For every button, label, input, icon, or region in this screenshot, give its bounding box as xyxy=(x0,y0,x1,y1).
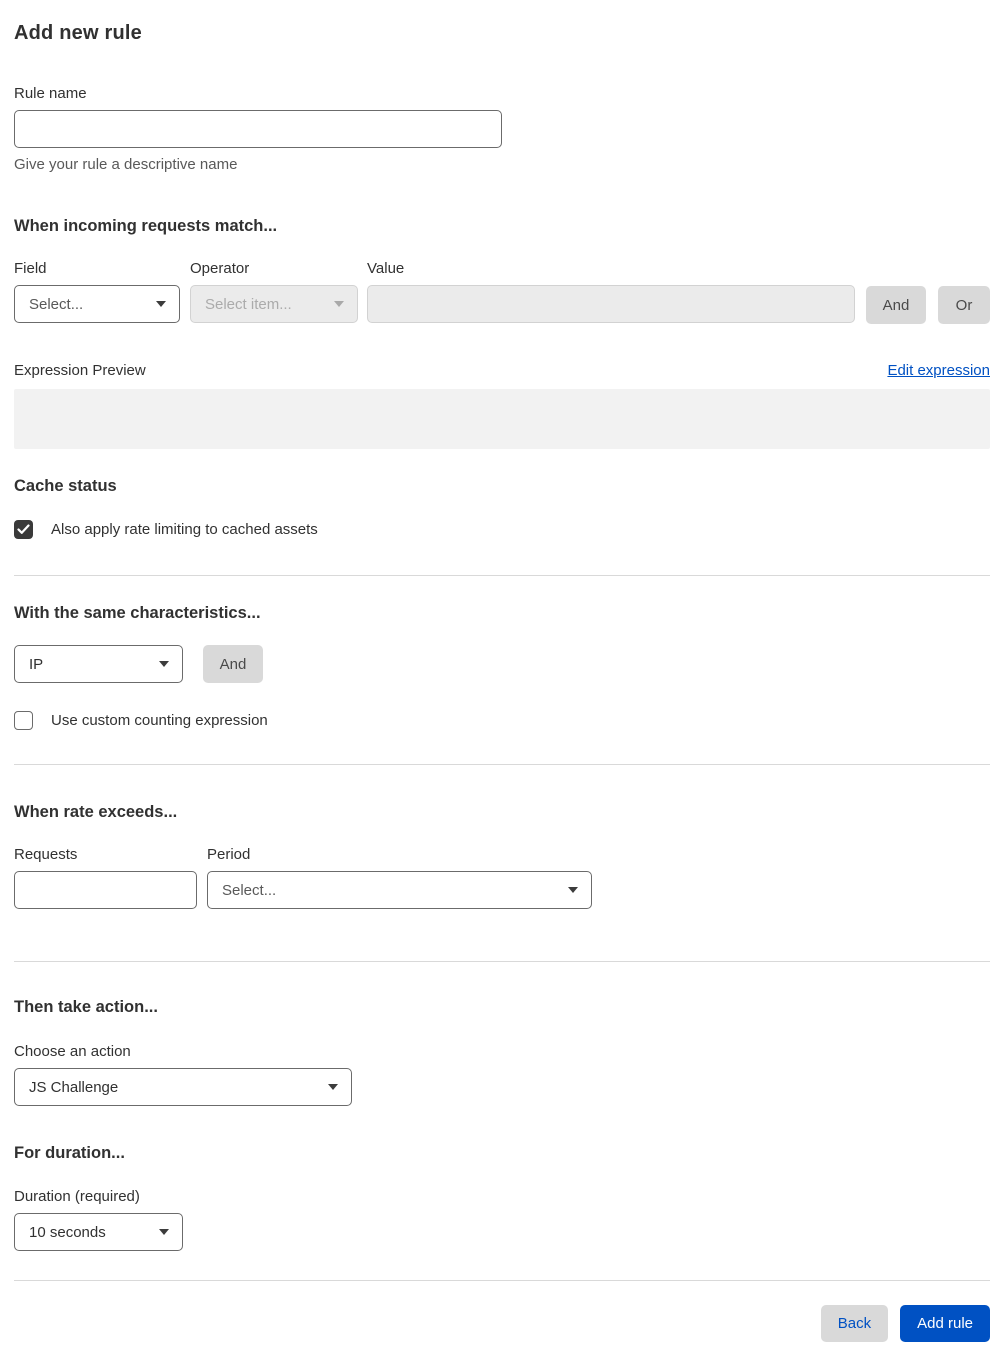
operator-label: Operator xyxy=(190,260,250,277)
divider xyxy=(14,961,990,962)
field-select-value: Select... xyxy=(29,295,84,313)
rule-name-helper: Give your rule a descriptive name xyxy=(14,156,238,173)
field-group: Field Select... xyxy=(14,260,180,323)
chevron-down-icon xyxy=(159,661,169,667)
action-group: Choose an action JS Challenge xyxy=(14,1043,990,1106)
back-button[interactable]: Back xyxy=(820,1305,889,1342)
add-rule-button[interactable]: Add rule xyxy=(900,1305,990,1342)
duration-select[interactable]: 10 seconds xyxy=(14,1213,183,1251)
match-condition-row: Field Select... Operator Select item... … xyxy=(14,260,990,324)
divider xyxy=(14,575,990,576)
custom-counting-checkbox[interactable] xyxy=(14,711,33,730)
duration-heading: For duration... xyxy=(14,1144,125,1162)
field-select[interactable]: Select... xyxy=(14,285,180,323)
characteristic-select[interactable]: IP xyxy=(14,645,183,683)
add-rule-form: Add new rule Rule name Give your rule a … xyxy=(0,0,1002,1356)
rule-name-group: Rule name Give your rule a descriptive n… xyxy=(14,85,990,173)
action-select[interactable]: JS Challenge xyxy=(14,1068,352,1106)
cache-status-heading: Cache status xyxy=(14,477,117,495)
period-label: Period xyxy=(207,846,251,863)
action-select-value: JS Challenge xyxy=(29,1078,119,1096)
duration-select-value: 10 seconds xyxy=(29,1223,106,1241)
expression-preview-box xyxy=(14,389,990,449)
cache-checkbox-row: Also apply rate limiting to cached asset… xyxy=(14,520,990,539)
cache-checkbox-label: Also apply rate limiting to cached asset… xyxy=(51,521,318,538)
period-select[interactable]: Select... xyxy=(207,871,592,909)
rule-name-label: Rule name xyxy=(14,85,87,102)
match-section-heading: When incoming requests match... xyxy=(14,217,278,235)
and-characteristic-button[interactable]: And xyxy=(203,645,263,683)
chevron-down-icon xyxy=(328,1084,338,1090)
period-group: Period Select... xyxy=(207,846,592,909)
action-label: Choose an action xyxy=(14,1043,131,1060)
or-condition-button[interactable]: Or xyxy=(938,286,990,324)
chevron-down-icon xyxy=(334,301,344,307)
rate-row: Requests Period Select... xyxy=(14,846,990,909)
duration-group: Duration (required) 10 seconds xyxy=(14,1188,990,1251)
divider xyxy=(14,764,990,765)
custom-counting-label: Use custom counting expression xyxy=(51,712,268,729)
value-group: Value xyxy=(367,260,855,323)
characteristics-heading: With the same characteristics... xyxy=(14,604,261,622)
operator-group: Operator Select item... xyxy=(190,260,358,323)
cache-checkbox[interactable] xyxy=(14,520,33,539)
expression-preview-label: Expression Preview xyxy=(14,362,146,379)
chevron-down-icon xyxy=(156,301,166,307)
duration-label: Duration (required) xyxy=(14,1188,140,1205)
divider xyxy=(14,1280,990,1281)
operator-select-value: Select item... xyxy=(205,295,292,313)
period-select-value: Select... xyxy=(222,881,277,899)
characteristic-select-value: IP xyxy=(29,655,44,673)
and-condition-button[interactable]: And xyxy=(866,286,926,324)
field-label: Field xyxy=(14,260,47,277)
footer-actions: Back Add rule xyxy=(14,1305,990,1342)
custom-counting-row: Use custom counting expression xyxy=(14,711,990,730)
characteristics-row: IP And xyxy=(14,645,990,683)
requests-group: Requests xyxy=(14,846,197,909)
action-heading: Then take action... xyxy=(14,998,158,1016)
requests-input[interactable] xyxy=(14,871,197,909)
value-label: Value xyxy=(367,260,405,277)
chevron-down-icon xyxy=(159,1229,169,1235)
value-input xyxy=(367,285,855,323)
edit-expression-link[interactable]: Edit expression xyxy=(887,362,990,379)
operator-select: Select item... xyxy=(190,285,358,323)
rule-name-input[interactable] xyxy=(14,110,502,148)
expression-preview-header: Expression Preview Edit expression xyxy=(14,362,990,379)
page-title: Add new rule xyxy=(14,22,142,44)
check-icon xyxy=(17,524,30,534)
rate-heading: When rate exceeds... xyxy=(14,803,178,821)
requests-label: Requests xyxy=(14,846,78,863)
chevron-down-icon xyxy=(568,887,578,893)
